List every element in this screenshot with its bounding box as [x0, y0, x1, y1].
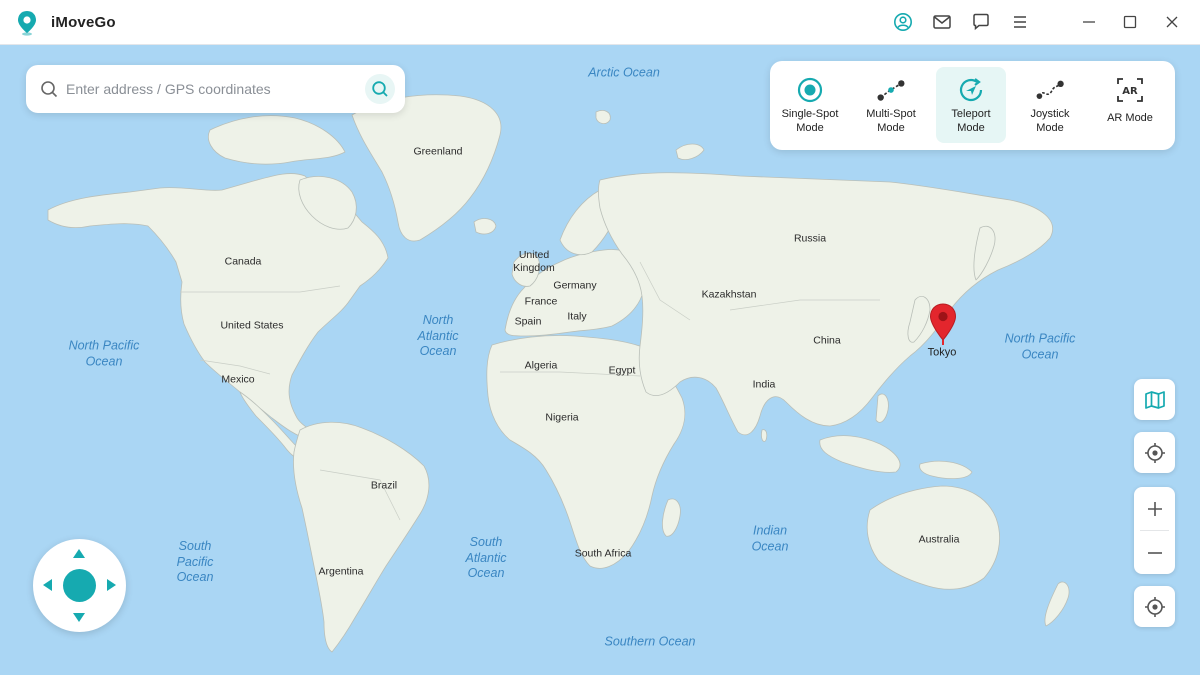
arrow-up-icon[interactable]	[73, 549, 85, 558]
arrow-left-icon[interactable]	[43, 579, 52, 591]
ocean-label-south-atlantic: South Atlantic Ocean	[465, 534, 507, 580]
country-label-argentina: Argentina	[318, 565, 364, 578]
land-southeast-asia-isles	[819, 435, 901, 473]
mode-toolbar: Single-Spot Mode Multi-Spot Mode Telepor…	[770, 61, 1175, 150]
locate-icon	[1144, 442, 1165, 463]
country-label-mexico: Mexico	[221, 373, 255, 386]
country-label-italy: Italy	[567, 310, 587, 323]
mode-label: Multi-Spot Mode	[866, 108, 916, 134]
country-label-germany: Germany	[553, 279, 597, 292]
country-label-nigeria: Nigeria	[545, 411, 579, 424]
mode-single-spot[interactable]: Single-Spot Mode	[775, 67, 845, 143]
zoom-in-button[interactable]	[1134, 487, 1175, 530]
mode-label: Teleport Mode	[951, 108, 991, 134]
joystick-pad[interactable]	[33, 539, 126, 632]
country-label-kazakhstan: Kazakhstan	[701, 288, 757, 301]
search-button[interactable]	[365, 74, 395, 104]
ar-icon: AR	[1117, 78, 1143, 102]
arrow-right-icon[interactable]	[107, 579, 116, 591]
mail-button[interactable]	[931, 11, 953, 33]
maximize-button[interactable]	[1119, 11, 1141, 33]
country-label-france: France	[524, 295, 558, 308]
minimize-icon	[1083, 21, 1095, 23]
land-svalbard	[595, 110, 611, 124]
minimize-button[interactable]	[1078, 11, 1100, 33]
search-input[interactable]	[66, 78, 346, 100]
land-sri-lanka	[761, 429, 768, 442]
recenter-button[interactable]	[1134, 586, 1175, 627]
mode-teleport[interactable]: Teleport Mode	[936, 67, 1006, 143]
country-label-brazil: Brazil	[370, 479, 398, 492]
map-layers-button[interactable]	[1134, 379, 1175, 420]
country-label-china: China	[813, 334, 841, 347]
account-icon	[894, 13, 912, 31]
ocean-label-south-pacific: South Pacific Ocean	[176, 538, 214, 584]
app-title: iMoveGo	[51, 14, 116, 31]
joystick-icon	[1036, 80, 1064, 99]
single-spot-icon	[797, 77, 823, 103]
menu-icon	[1014, 16, 1026, 28]
country-label-india: India	[752, 378, 776, 391]
country-label-united-states: United States	[220, 319, 284, 332]
location-pin[interactable]	[929, 303, 957, 352]
search-go-icon	[372, 81, 388, 97]
maximize-icon	[1123, 15, 1137, 29]
land-new-zealand	[1044, 581, 1070, 627]
account-button[interactable]	[892, 11, 914, 33]
land-arctic-islands	[208, 115, 346, 165]
ocean-label-north-atlantic: North Atlantic Ocean	[417, 312, 459, 358]
mode-label: Joystick Mode	[1030, 108, 1070, 134]
country-label-united-kingdom: United Kingdom	[513, 249, 555, 274]
mode-multi-spot[interactable]: Multi-Spot Mode	[856, 67, 926, 143]
country-label-algeria: Algeria	[524, 359, 558, 372]
mode-joystick[interactable]: Joystick Mode	[1015, 67, 1085, 143]
mode-ar[interactable]: AR AR Mode	[1095, 67, 1165, 143]
map-layers-icon	[1144, 390, 1165, 409]
feedback-icon	[973, 13, 989, 31]
ocean-label-indian: Indian Ocean	[751, 523, 789, 554]
locate-button[interactable]	[1134, 432, 1175, 473]
land-south-america	[293, 421, 430, 653]
svg-text:AR: AR	[1122, 86, 1138, 97]
world-map[interactable]: Greenland Canada United States Mexico Br…	[0, 45, 1200, 675]
mode-label: AR Mode	[1107, 112, 1153, 124]
zoom-in-icon	[1147, 501, 1162, 516]
app-logo-icon	[18, 11, 36, 36]
country-label-spain: Spain	[514, 315, 542, 328]
pin-label: Tokyo	[927, 346, 957, 359]
joystick-knob[interactable]	[63, 569, 96, 602]
multi-spot-icon	[877, 80, 905, 101]
title-bar: iMoveGo	[0, 0, 1200, 45]
close-icon	[1166, 16, 1178, 28]
ocean-label-southern: Southern Ocean	[604, 634, 696, 649]
land-madagascar	[662, 498, 681, 537]
land-novaya-zemlya	[675, 143, 705, 160]
teleport-icon	[959, 78, 983, 102]
mode-label: Single-Spot Mode	[781, 108, 839, 134]
country-label-south-africa: South Africa	[574, 547, 632, 560]
ocean-label-arctic: Arctic Ocean	[588, 65, 660, 80]
country-label-australia: Australia	[918, 533, 960, 546]
zoom-out-button[interactable]	[1134, 531, 1175, 574]
zoom-out-icon	[1147, 551, 1162, 554]
ocean-label-north-pacific-east: North Pacific Ocean	[1004, 331, 1076, 362]
map-pin-icon	[929, 303, 957, 345]
country-label-canada: Canada	[224, 255, 262, 268]
land-philippines	[875, 393, 889, 423]
mail-icon	[933, 15, 951, 29]
country-label-russia: Russia	[793, 232, 827, 245]
feedback-button[interactable]	[970, 11, 992, 33]
land-new-guinea	[919, 460, 973, 480]
search-icon	[41, 81, 58, 98]
ocean-label-north-pacific-west: North Pacific Ocean	[68, 338, 140, 369]
menu-button[interactable]	[1009, 11, 1031, 33]
arrow-down-icon[interactable]	[73, 613, 85, 622]
land-iceland	[473, 218, 497, 235]
search-box	[26, 65, 405, 113]
country-label-greenland: Greenland	[413, 145, 463, 158]
close-button[interactable]	[1161, 11, 1183, 33]
country-label-egypt: Egypt	[608, 364, 636, 377]
recenter-icon	[1144, 596, 1165, 617]
zoom-control	[1134, 487, 1175, 574]
